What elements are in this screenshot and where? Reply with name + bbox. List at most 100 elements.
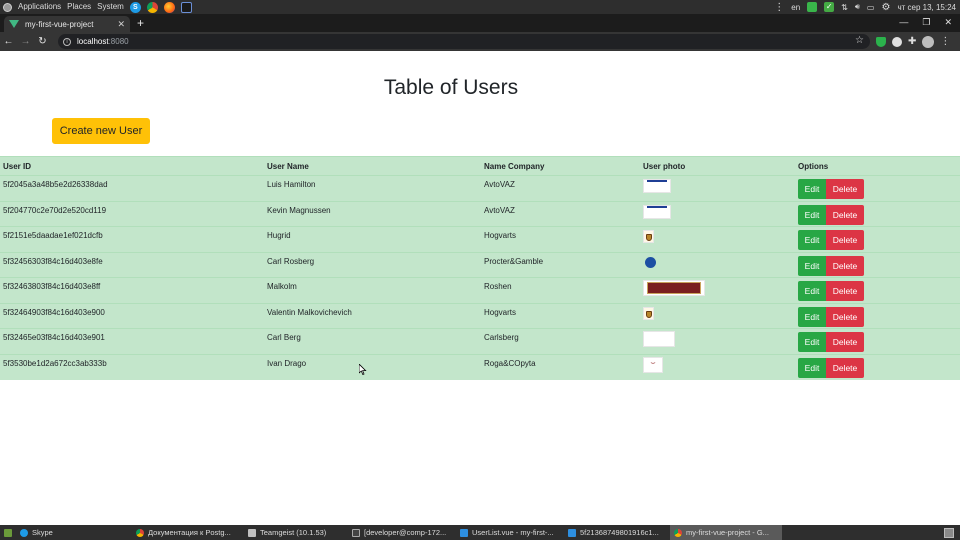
- delete-button[interactable]: Delete: [826, 255, 864, 276]
- user-name-cell: Carl Rosberg: [264, 251, 481, 278]
- puzzle-icon[interactable]: ✚: [908, 37, 916, 47]
- user-id-cell: 5f32463803f84c16d403e8ff: [0, 277, 264, 303]
- create-user-button[interactable]: Create new User: [52, 118, 150, 144]
- datagrip-launcher-icon[interactable]: [180, 1, 192, 13]
- settings-gear-icon[interactable]: ⚙: [881, 2, 890, 13]
- f-app-tray-icon[interactable]: [807, 2, 818, 12]
- user-name-cell: Kevin Magnussen: [264, 200, 481, 227]
- photo-cell: [640, 251, 795, 278]
- profile-avatar[interactable]: [922, 36, 935, 48]
- photo-cell: [640, 328, 795, 354]
- clock[interactable]: чт сер 13, 15:24: [897, 3, 956, 12]
- desktop-taskbar: Skype Документация к Postg... Teamgeist …: [0, 525, 960, 540]
- battery-icon[interactable]: ▭: [867, 3, 875, 12]
- menu-places[interactable]: Places: [67, 0, 91, 14]
- minimize-icon[interactable]: —: [899, 17, 908, 28]
- options-cell: Edit Delete: [795, 302, 960, 329]
- taskbar-item-skype[interactable]: Skype: [16, 525, 132, 540]
- taskbar-item-postgres-docs[interactable]: Документация к Postg...: [132, 525, 244, 540]
- edit-button[interactable]: Edit: [798, 204, 826, 225]
- edit-button[interactable]: Edit: [798, 306, 826, 327]
- menu-system[interactable]: System: [97, 0, 124, 14]
- browser-tab-bar: my-first-vue-project ✕ + — ❐ ✕: [0, 14, 960, 32]
- company-cell: Roga&COpyta: [481, 353, 640, 380]
- delete-button[interactable]: Delete: [826, 179, 864, 199]
- photo-cell: [640, 175, 795, 201]
- forward-arrow-icon[interactable]: →: [17, 36, 34, 47]
- delete-button[interactable]: Delete: [826, 357, 864, 378]
- firefox-launcher-icon[interactable]: [163, 1, 175, 13]
- taskbar-item-vscode[interactable]: UserList.vue - my-first-...: [456, 525, 564, 540]
- page-title: Table of Users: [383, 76, 519, 99]
- options-cell: Edit Delete: [795, 251, 960, 278]
- back-arrow-icon[interactable]: ←: [0, 36, 17, 47]
- photo-cell: [640, 200, 795, 227]
- vscode-icon: [460, 528, 468, 537]
- close-window-icon[interactable]: ✕: [944, 17, 952, 28]
- edit-button[interactable]: Edit: [798, 179, 826, 199]
- edit-button[interactable]: Edit: [798, 230, 826, 250]
- column-header-photo: User photo: [640, 156, 795, 176]
- network-icon[interactable]: ⇅: [841, 3, 848, 12]
- user-name-cell: Valentin Malkovichevich: [264, 302, 481, 329]
- delete-button[interactable]: Delete: [826, 230, 864, 250]
- menu-dots-icon[interactable]: ⋮: [774, 2, 784, 13]
- taskbar-item-teamgeist[interactable]: Teamgeist (10.1.53): [244, 525, 348, 540]
- taskbar-item-vscode-2[interactable]: 5f21368749801916c1...: [564, 525, 670, 540]
- terminal-icon: [352, 528, 360, 537]
- roga-logo-image: ⌣: [643, 356, 663, 373]
- delete-button[interactable]: Delete: [826, 332, 864, 352]
- page-content: Table of Users Create new User User ID U…: [0, 51, 960, 525]
- skype-launcher-icon[interactable]: S: [129, 1, 141, 13]
- user-id-cell: 5f32464903f84c16d403e900: [0, 302, 264, 329]
- column-header-options: Options: [795, 156, 960, 176]
- browser-toolbar: ← → ↻ i localhost :8080 ☆: [0, 32, 960, 51]
- table-row: 5f32465e03f84c16d403e901 Carl Berg Carls…: [0, 328, 960, 354]
- chrome-icon: [674, 528, 682, 537]
- company-cell: AvtoVAZ: [481, 200, 640, 227]
- menu-applications[interactable]: Applications: [18, 0, 61, 14]
- delete-button[interactable]: Delete: [826, 281, 864, 301]
- avtovaz-logo-image: [643, 179, 671, 193]
- chrome-launcher-icon[interactable]: [146, 1, 158, 13]
- site-info-icon[interactable]: i: [63, 37, 71, 46]
- options-cell: Edit Delete: [795, 328, 960, 354]
- browser-tab[interactable]: my-first-vue-project ✕: [4, 16, 130, 32]
- edit-button[interactable]: Edit: [798, 281, 826, 301]
- table-row: 5f2045a3a48b5e2d26338dad Luis Hamilton A…: [0, 175, 960, 201]
- taskbar-item-label: Документация к Postg...: [148, 528, 231, 537]
- table-row: 5f32456303f84c16d403e8fe Carl Rosberg Pr…: [0, 251, 960, 278]
- delete-button[interactable]: Delete: [826, 306, 864, 327]
- tab-close-icon[interactable]: ✕: [117, 19, 125, 30]
- edit-button[interactable]: Edit: [798, 357, 826, 378]
- shield-extension-icon[interactable]: [876, 37, 886, 47]
- new-tab-button[interactable]: +: [137, 17, 144, 29]
- reload-icon[interactable]: ↻: [34, 36, 51, 47]
- taskbar-item-label: Teamgeist (10.1.53): [260, 528, 327, 537]
- applications-icon[interactable]: [3, 2, 12, 12]
- user-name-cell: Hugrid: [264, 226, 481, 252]
- extension-icon[interactable]: [892, 37, 902, 47]
- volume-icon[interactable]: 🔊︎: [855, 2, 860, 12]
- restore-icon[interactable]: ❐: [922, 17, 930, 28]
- edit-button[interactable]: Edit: [798, 255, 826, 276]
- browser-menu-icon[interactable]: ⋮: [940, 37, 950, 47]
- company-cell: Hogvarts: [481, 226, 640, 252]
- company-cell: Procter&Gamble: [481, 251, 640, 278]
- delete-button[interactable]: Delete: [826, 204, 864, 225]
- company-cell: Carlsberg: [481, 328, 640, 354]
- address-bar[interactable]: i localhost :8080 ☆: [58, 34, 870, 49]
- photo-cell: ⌣: [640, 353, 795, 380]
- show-desktop-button[interactable]: [0, 525, 16, 540]
- check-tray-icon[interactable]: ✓: [824, 2, 835, 12]
- options-cell: Edit Delete: [795, 353, 960, 380]
- edit-button[interactable]: Edit: [798, 332, 826, 352]
- keyboard-layout-indicator[interactable]: en: [791, 3, 800, 12]
- options-cell: Edit Delete: [795, 226, 960, 252]
- options-cell: Edit Delete: [795, 277, 960, 303]
- taskbar-item-chrome-active[interactable]: my-first-vue-project - G...: [670, 525, 782, 540]
- taskbar-item-terminal[interactable]: [developer@comp-172...: [348, 525, 456, 540]
- vue-favicon-icon: [9, 20, 19, 28]
- workspace-switcher[interactable]: [944, 527, 954, 538]
- bookmark-star-icon[interactable]: ☆: [855, 35, 864, 46]
